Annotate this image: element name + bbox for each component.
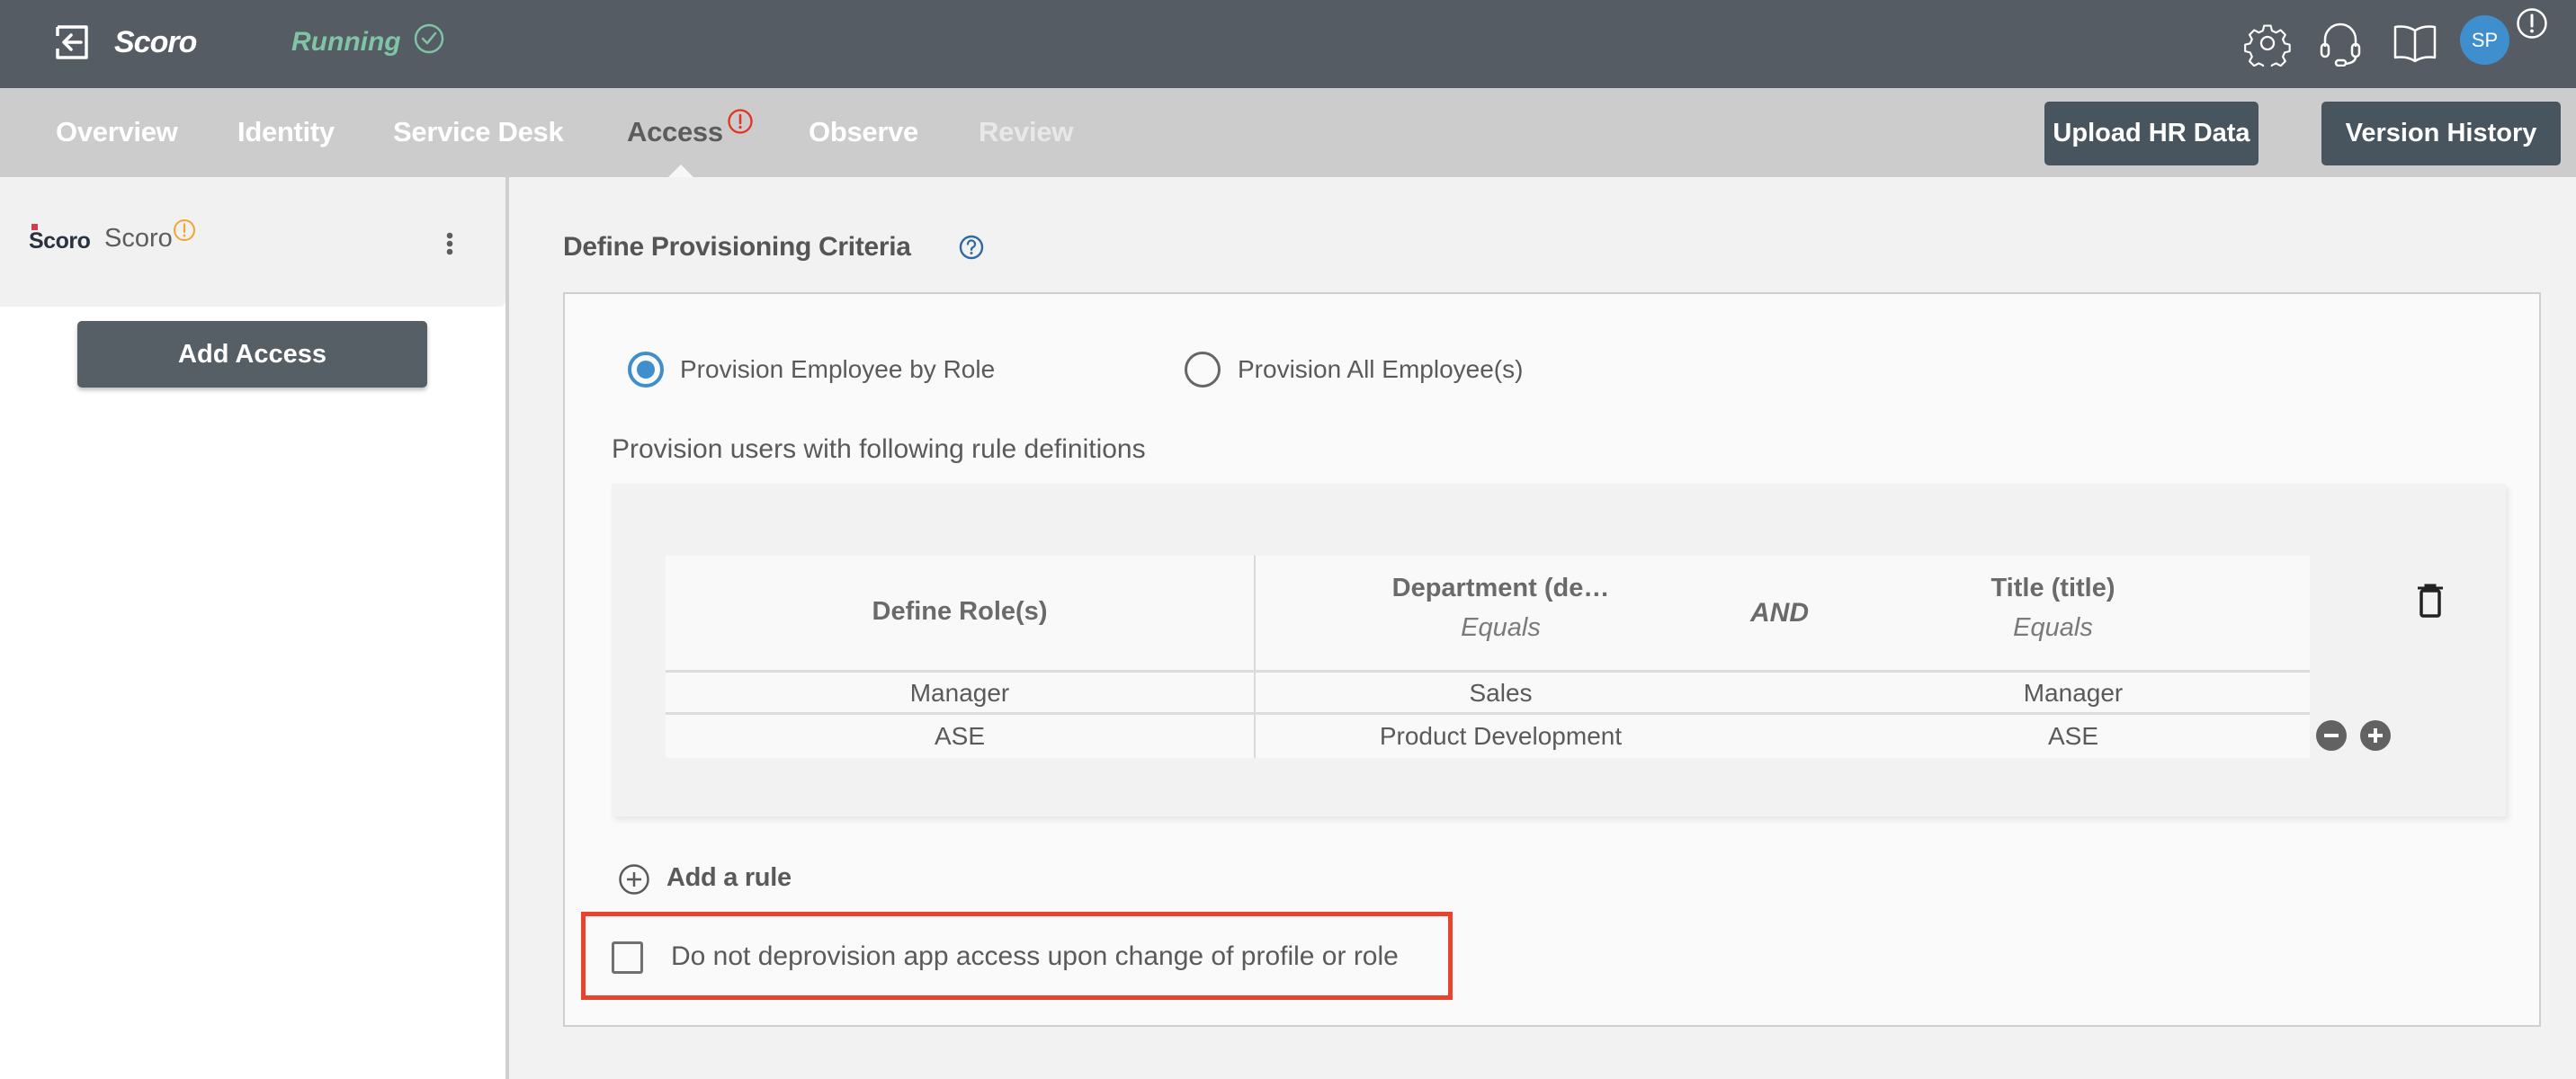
top-bar: Scoro Running SP [0,0,2576,88]
row-2-department[interactable]: Product Development [1256,722,1746,751]
scoro-logo-mark [31,224,38,230]
deprovision-checkbox-label[interactable]: Do not deprovision app access upon chang… [671,941,1399,972]
book-docs-icon[interactable] [2392,20,2438,67]
deprovision-checkbox[interactable] [612,941,643,974]
tab-service-desk[interactable]: Service Desk [393,116,564,148]
tab-identity[interactable]: Identity [237,116,335,148]
add-row-button[interactable] [2360,720,2391,751]
radio-provision-by-role[interactable] [628,352,664,388]
row-1-title[interactable]: Manager [1826,679,2321,708]
row-2-title[interactable]: ASE [1826,722,2321,751]
row-1-department[interactable]: Sales [1256,679,1746,708]
app-name: Scoro [114,25,197,59]
conjunction-label: AND [1750,598,1809,628]
status-text: Running [291,27,401,57]
tab-overview[interactable]: Overview [56,116,178,148]
radio-label-by-role[interactable]: Provision Employee by Role [680,355,995,384]
add-circle-icon[interactable] [618,863,650,896]
back-icon[interactable] [54,24,90,60]
add-access-button[interactable]: Add Access [77,321,427,388]
user-avatar[interactable]: SP [2460,15,2509,65]
delete-rule-icon[interactable] [2416,583,2445,619]
check-circle-icon [414,23,444,54]
sidebar: Scoro Scoro Add Access [0,177,505,1079]
headset-support-icon[interactable] [2317,20,2364,67]
rule-definitions-heading: Provision users with following rule defi… [612,434,1146,464]
tab-access[interactable]: Access [627,116,723,148]
radio-provision-all[interactable] [1185,352,1221,388]
help-icon[interactable] [958,234,985,261]
header-separator [666,670,2310,673]
sidebar-app-name: Scoro [104,224,173,253]
header-title[interactable]: Title (title) [1826,574,2280,603]
more-options-icon[interactable] [441,231,459,262]
version-history-button[interactable]: Version History [2321,102,2561,165]
title-operator[interactable]: Equals [1826,613,2280,643]
row-1-role[interactable]: Manager [666,679,1254,708]
header-define-roles: Define Role(s) [872,597,1048,626]
sidebar-divider[interactable] [505,177,509,1079]
alert-icon [728,109,753,134]
active-tab-indicator [668,165,693,177]
settings-gear-icon[interactable] [2244,20,2291,67]
add-rule-link[interactable]: Add a rule [666,863,792,893]
scoro-logo: Scoro [29,228,91,254]
tab-observe[interactable]: Observe [809,116,918,148]
remove-row-button[interactable] [2316,720,2347,751]
department-operator[interactable]: Equals [1256,613,1746,643]
row-2-role[interactable]: ASE [666,722,1254,751]
upload-hr-data-button[interactable]: Upload HR Data [2044,102,2258,165]
page-title: Define Provisioning Criteria [563,232,911,262]
tab-review: Review [979,116,1074,147]
header-department[interactable]: Department (de… [1256,574,1746,603]
row-separator [666,712,2310,715]
warning-icon [174,219,195,241]
minus-icon [2324,734,2339,737]
alert-icon[interactable] [2516,7,2548,40]
radio-label-all[interactable]: Provision All Employee(s) [1238,355,1523,384]
plus-icon [2368,728,2383,743]
sidebar-app-item[interactable]: Scoro Scoro [0,177,505,307]
